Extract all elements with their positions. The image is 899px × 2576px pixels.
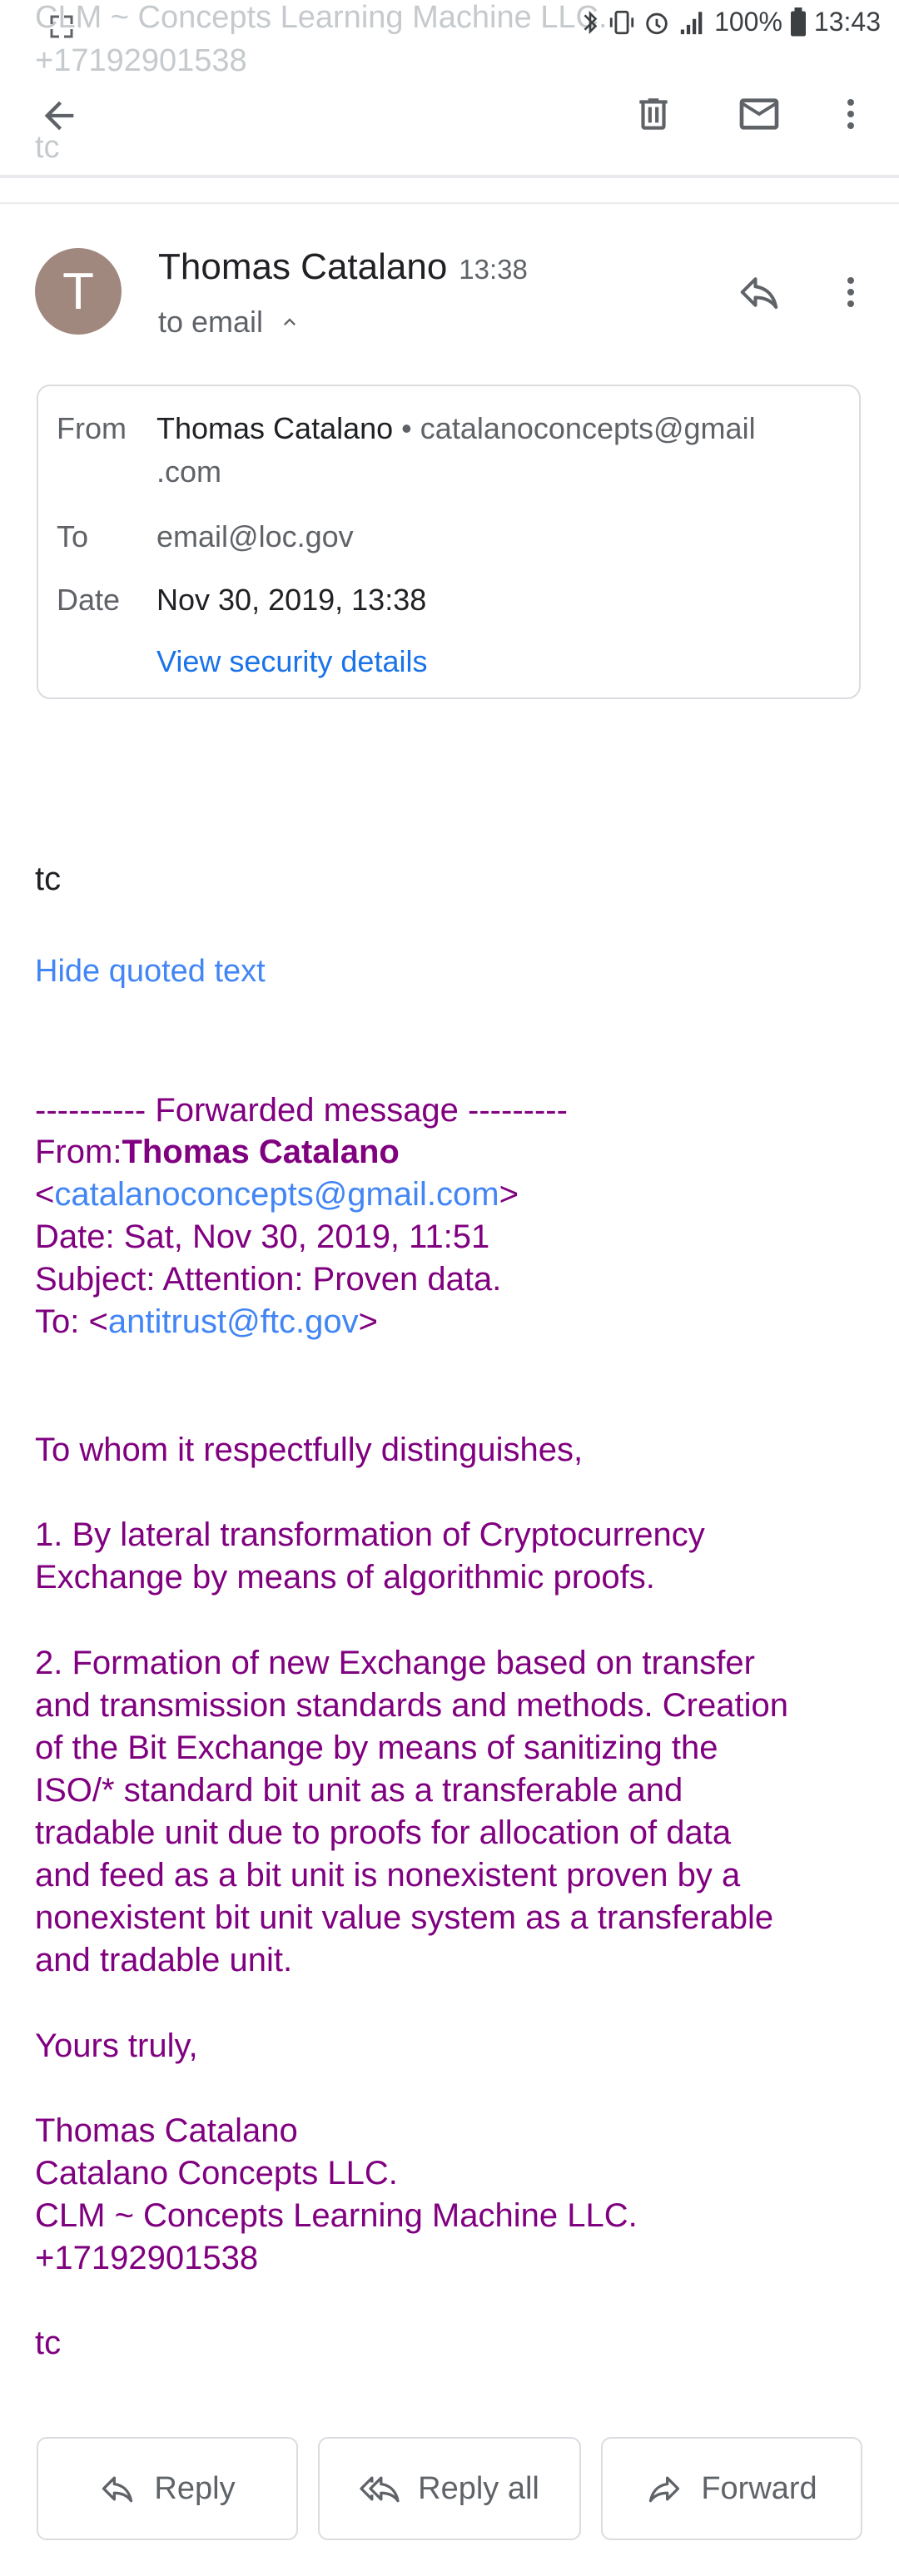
- signature-tc: tc: [35, 2325, 62, 2361]
- body-greeting: tc: [35, 861, 62, 897]
- trash-icon: [639, 98, 668, 130]
- salutation: To whom it respectfully distinguishes,: [35, 1432, 584, 1468]
- signal-icon: [678, 8, 708, 37]
- battery-icon: [789, 7, 807, 37]
- point2-line: 2. Formation of new Exchange based on tr…: [35, 1645, 755, 1681]
- forwarded-to-label: To: <: [35, 1303, 108, 1340]
- view-security-details-link[interactable]: View security details: [156, 644, 427, 679]
- arrow-left-icon: [44, 101, 74, 131]
- ghost-header-line1: CLM ~ Concepts Learning Machine LLC.: [35, 0, 608, 35]
- sender-name: Thomas Catalano: [158, 246, 448, 287]
- forwarded-from-email-link[interactable]: catalanoconcepts@gmail.com: [54, 1176, 499, 1213]
- point2-line: and transmission standards and methods. …: [35, 1687, 788, 1724]
- hide-quoted-text-link[interactable]: Hide quoted text: [35, 954, 266, 990]
- angle-close: >: [499, 1176, 519, 1213]
- status-bar: 100% 13:43: [579, 7, 881, 37]
- forwarded-from-name: Thomas Catalano: [122, 1134, 400, 1170]
- message-more-button[interactable]: [829, 263, 872, 321]
- reply-icon: [102, 2476, 133, 2503]
- angle-close: >: [358, 1303, 378, 1340]
- point2-line: of the Bit Exchange by means of sanitizi…: [35, 1730, 718, 1766]
- forwarded-date: Date: Sat, Nov 30, 2019, 11:51: [35, 1219, 490, 1255]
- alarm-icon: [643, 8, 671, 37]
- forward-icon: [649, 2476, 680, 2503]
- signature-line: Catalano Concepts LLC.: [35, 2155, 398, 2191]
- from-email-continued: .com: [156, 454, 222, 489]
- signature-line: CLM ~ Concepts Learning Machine LLC.: [35, 2197, 638, 2234]
- forward-label: Forward: [701, 2470, 817, 2506]
- forwarded-header: ---------- Forwarded message ---------: [35, 1092, 568, 1129]
- point2-line: and tradable unit.: [35, 1942, 293, 1978]
- reply-button[interactable]: Reply: [37, 2437, 298, 2540]
- avatar[interactable]: T: [35, 248, 122, 335]
- forwarded-to: To: <antitrust@ftc.gov>: [35, 1303, 378, 1341]
- date-value: Nov 30, 2019, 13:38: [156, 583, 427, 617]
- subject-divider: [0, 202, 899, 204]
- chevron-up-icon: [284, 318, 296, 325]
- point2-line: tradable unit due to proofs for allocati…: [35, 1814, 732, 1851]
- ghost-header-line2: +17192901538: [35, 43, 247, 78]
- signature-line: +17192901538: [35, 2240, 259, 2276]
- reply-icon-button[interactable]: [729, 263, 789, 321]
- closing: Yours truly,: [35, 2028, 198, 2064]
- delete-button[interactable]: [624, 85, 683, 143]
- angle-open: <: [35, 1176, 55, 1213]
- expand-icon: [47, 12, 77, 42]
- reply-icon: [740, 277, 778, 310]
- forwarded-from: From:Thomas Catalano: [35, 1134, 400, 1171]
- reply-all-button[interactable]: Reply all: [318, 2437, 581, 2540]
- recipients-toggle[interactable]: to email: [158, 305, 301, 340]
- from-separator: •: [401, 411, 412, 445]
- reply-all-label: Reply all: [418, 2470, 539, 2506]
- back-button[interactable]: [30, 87, 88, 145]
- date-label: Date: [57, 583, 121, 617]
- message-time: 13:38: [459, 254, 528, 285]
- signature-line: Thomas Catalano: [35, 2112, 298, 2149]
- forward-button[interactable]: Forward: [601, 2437, 862, 2540]
- mail-icon: [739, 98, 779, 130]
- forwarded-subject: Subject: Attention: Proven data.: [35, 1261, 502, 1298]
- point2-line: nonexistent bit unit value system as a t…: [35, 1899, 774, 1936]
- more-options-button[interactable]: [829, 85, 872, 143]
- point2-line: ISO/* standard bit unit as a transferabl…: [35, 1772, 683, 1809]
- sender-header: Thomas Catalano 13:38: [158, 246, 528, 288]
- from-name: Thomas Catalano: [156, 411, 394, 445]
- bluetooth-icon: [579, 7, 601, 37]
- point2-line: and feed as a bit unit is nonexistent pr…: [35, 1857, 741, 1894]
- vibrate-icon: [608, 8, 636, 37]
- to-summary: to email: [158, 305, 264, 339]
- reply-all-icon: [360, 2476, 400, 2503]
- from-label: From: [57, 411, 127, 445]
- mark-unread-button[interactable]: [729, 85, 789, 143]
- from-value: Thomas Catalano • catalanoconcepts@gmail: [156, 411, 756, 446]
- toolbar-divider: [0, 175, 899, 178]
- to-value: email@loc.gov: [156, 519, 354, 553]
- clock-time: 13:43: [813, 7, 881, 37]
- battery-percent: 100%: [714, 7, 782, 37]
- point1-line: 1. By lateral transformation of Cryptocu…: [35, 1516, 705, 1553]
- forwarded-from-email-line: <catalanoconcepts@gmail.com>: [35, 1176, 519, 1214]
- more-vert-icon: [847, 99, 854, 129]
- forwarded-to-email-link[interactable]: antitrust@ftc.gov: [108, 1303, 359, 1340]
- more-vert-icon: [847, 277, 854, 307]
- reply-label: Reply: [154, 2470, 236, 2506]
- point1-line: Exchange by means of algorithmic proofs.: [35, 1559, 655, 1596]
- to-label: To: [57, 519, 89, 553]
- forwarded-from-label: From:: [35, 1134, 122, 1170]
- from-email: catalanoconcepts@gmail: [420, 411, 756, 445]
